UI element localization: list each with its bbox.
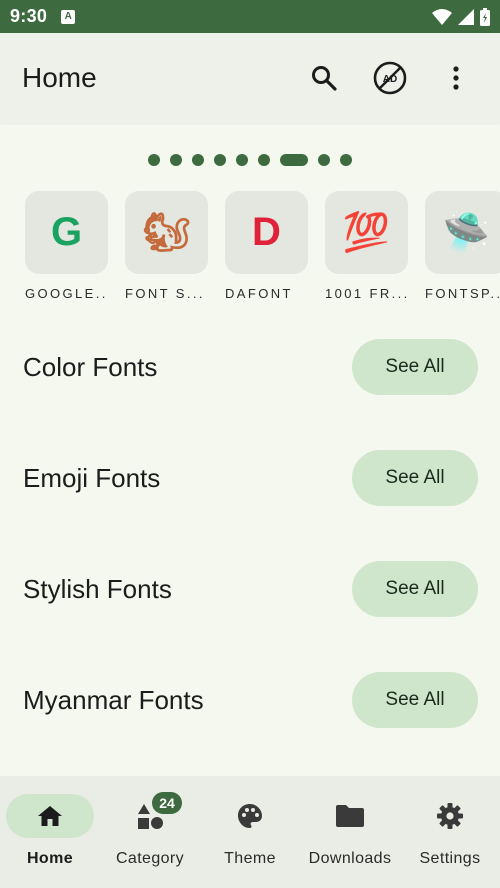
section-title: Emoji Fonts (23, 462, 161, 493)
font-source-item[interactable]: 🛸 FONTSP... (425, 191, 500, 311)
pager-dot[interactable] (148, 154, 160, 166)
font-source-tile: 💯 (325, 191, 408, 274)
section-row: Stylish Fonts See All (0, 561, 500, 617)
font-sources-row: G GOOGLE... 🐿 FONT S... D DAFONT 💯 1001 FR... 🛸 F… (25, 191, 500, 311)
pager-dot[interactable] (318, 154, 330, 166)
font-source-label: GOOGLE... (25, 286, 108, 301)
nav-category-label: Category (115, 850, 185, 867)
page-title: Home (22, 62, 97, 93)
pager-dot-active[interactable] (280, 154, 308, 166)
font-source-tile: G (25, 191, 108, 274)
font-source-label: DAFONT (225, 286, 293, 301)
remove-ads-button[interactable]: AD (368, 56, 412, 100)
nav-category[interactable]: 24 Category (100, 776, 200, 888)
nav-home-indicator (6, 794, 94, 838)
no-ads-icon: AD (373, 61, 407, 95)
see-all-button[interactable]: See All (352, 450, 478, 506)
folder-icon (336, 805, 364, 827)
more-vert-icon (453, 66, 459, 90)
ufo-icon: 🛸 (442, 211, 491, 254)
pager-dot[interactable] (258, 154, 270, 166)
font-source-label: FONTSP... (425, 286, 500, 301)
see-all-button[interactable]: See All (352, 672, 478, 728)
home-icon (38, 806, 62, 826)
nav-downloads[interactable]: Downloads (300, 776, 400, 888)
section-title: Myanmar Fonts (23, 684, 204, 715)
nav-home-label: Home (26, 850, 74, 867)
section-row: Myanmar Fonts See All (0, 672, 500, 728)
overflow-menu-button[interactable] (434, 56, 478, 100)
battery-icon (480, 7, 490, 26)
nav-settings[interactable]: Settings (400, 776, 500, 888)
font-source-item[interactable]: D DAFONT (225, 191, 308, 311)
dafont-d-icon: D (252, 210, 281, 254)
nav-theme-indicator (206, 794, 294, 838)
search-icon (312, 66, 337, 91)
font-source-label: FONT S... (125, 286, 205, 301)
google-g-icon: G (50, 210, 83, 254)
pager-dot[interactable] (170, 154, 182, 166)
font-source-tile: 🛸 (425, 191, 500, 274)
nav-theme-label: Theme (224, 850, 276, 867)
font-source-item[interactable]: G GOOGLE... (25, 191, 108, 311)
nav-settings-label: Settings (419, 850, 481, 867)
pager-dot[interactable] (214, 154, 226, 166)
search-button[interactable] (302, 56, 346, 100)
font-source-item[interactable]: 💯 1001 FR... (325, 191, 408, 311)
app-bar-actions: AD (302, 56, 478, 100)
see-all-button[interactable]: See All (352, 339, 478, 395)
see-all-button[interactable]: See All (352, 561, 478, 617)
pager-dot[interactable] (192, 154, 204, 166)
section-row: Emoji Fonts See All (0, 450, 500, 506)
nav-downloads-label: Downloads (308, 850, 392, 867)
nav-theme[interactable]: Theme (200, 776, 300, 888)
status-indicators (432, 7, 490, 26)
section-title: Stylish Fonts (23, 573, 172, 604)
nav-home[interactable]: Home (0, 776, 100, 888)
signal-icon (458, 8, 474, 25)
nav-category-indicator: 24 (106, 792, 194, 838)
pager-dot[interactable] (340, 154, 352, 166)
nav-downloads-indicator (306, 794, 394, 838)
palette-icon (238, 804, 262, 828)
font-source-label: 1001 FR... (325, 286, 408, 301)
nav-settings-indicator (406, 794, 494, 838)
hundred-icon: 💯 (342, 211, 391, 254)
section-title: Color Fonts (23, 351, 158, 382)
notification-a-icon: A (61, 9, 76, 24)
font-source-item[interactable]: 🐿 FONT S... (125, 191, 208, 311)
squirrel-icon: 🐿 (142, 211, 191, 254)
app-bar: Home AD (0, 33, 500, 123)
status-bar: 9:30 A (0, 0, 500, 33)
pager-dot[interactable] (236, 154, 248, 166)
font-source-tile: D (225, 191, 308, 274)
status-time: 9:30 (10, 6, 48, 26)
carousel-pager (0, 154, 500, 166)
bottom-navigation: Home 24 Category Theme Downloads Setting… (0, 776, 500, 888)
section-row: Color Fonts See All (0, 339, 500, 395)
category-count-badge: 24 (152, 792, 182, 814)
wifi-icon (432, 8, 452, 25)
gear-icon (437, 803, 463, 829)
font-source-tile: 🐿 (125, 191, 208, 274)
